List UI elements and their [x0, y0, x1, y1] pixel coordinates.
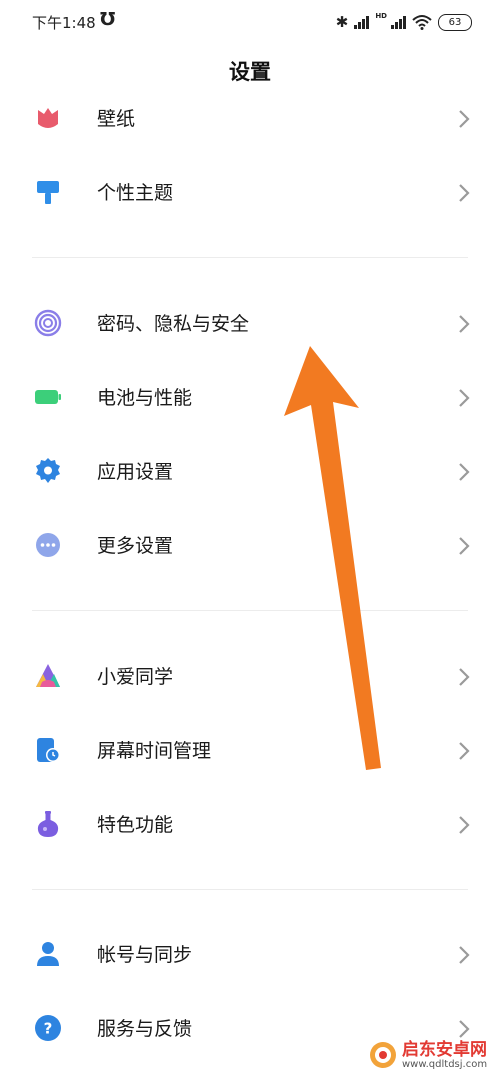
settings-item-wallpaper[interactable]: 壁纸: [0, 82, 500, 156]
section-divider: [32, 889, 468, 890]
status-icons: ✱ HD 63: [336, 12, 472, 32]
bluetooth-icon: ✱: [335, 13, 349, 31]
settings-item-label: 特色功能: [97, 814, 174, 836]
settings-item-label: 服务与反馈: [97, 1018, 193, 1040]
chevron-right-icon: [459, 110, 470, 128]
chevron-right-icon: [459, 1020, 470, 1038]
signal-icon: [354, 15, 370, 29]
watermark-text: 启东安卓网: [402, 1039, 487, 1060]
wallpaper-icon: [38, 108, 58, 128]
status-time: 下午1:48: [32, 14, 96, 32]
settings-item-security[interactable]: 密码、隐私与安全: [0, 287, 500, 361]
chevron-right-icon: [459, 389, 470, 407]
svg-text:?: ?: [44, 1020, 53, 1038]
chevron-right-icon: [459, 742, 470, 760]
settings-item-label: 帐号与同步: [97, 944, 193, 966]
help-icon: ?: [35, 1015, 61, 1041]
settings-item-more[interactable]: 更多设置: [0, 509, 500, 583]
settings-item-account[interactable]: 帐号与同步: [0, 918, 500, 992]
settings-item-apps[interactable]: 应用设置: [0, 435, 500, 509]
screen-time-icon: [37, 738, 60, 762]
watermark: 启东安卓网 www.qdltdsj.com: [368, 1040, 487, 1070]
chevron-right-icon: [459, 537, 470, 555]
settings-item-label: 电池与性能: [97, 387, 193, 409]
fingerprint-icon: [34, 309, 62, 337]
sync-icon: Ʊ: [100, 9, 116, 30]
watermark-logo-icon: [370, 1042, 396, 1068]
section-divider: [32, 610, 468, 611]
brush-icon: [37, 181, 59, 204]
flask-icon: [37, 811, 59, 837]
watermark-url: www.qdltdsj.com: [402, 1058, 488, 1070]
account-icon: [37, 942, 59, 966]
more-icon: [36, 533, 60, 557]
settings-item-label: 个性主题: [97, 182, 174, 204]
chevron-right-icon: [459, 315, 470, 333]
section-divider: [32, 257, 468, 258]
settings-item-label: 密码、隐私与安全: [97, 313, 250, 335]
chevron-right-icon: [459, 816, 470, 834]
settings-item-features[interactable]: 特色功能: [0, 788, 500, 862]
battery-indicator: 63: [438, 13, 472, 31]
settings-item-xiaoai[interactable]: 小爱同学: [0, 640, 500, 714]
xiaoai-icon: [36, 664, 60, 687]
chevron-right-icon: [459, 668, 470, 686]
settings-item-screen-time[interactable]: 屏幕时间管理: [0, 714, 500, 788]
settings-item-label: 壁纸: [97, 108, 136, 130]
chevron-right-icon: [459, 946, 470, 964]
settings-item-battery[interactable]: 电池与性能: [0, 361, 500, 435]
battery-icon: [35, 390, 61, 404]
gear-icon: [36, 458, 60, 483]
settings-item-label: 小爱同学: [97, 666, 174, 688]
settings-item-label: 屏幕时间管理: [97, 740, 212, 762]
status-bar: 下午1:48 Ʊ ✱ HD 63: [0, 0, 500, 44]
hd-badge: HD: [375, 12, 387, 20]
chevron-right-icon: [459, 463, 470, 481]
settings-item-theme[interactable]: 个性主题: [0, 156, 500, 230]
wifi-icon: [412, 15, 432, 30]
settings-item-label: 应用设置: [97, 461, 174, 483]
signal-icon-2: [391, 15, 406, 29]
settings-item-label: 更多设置: [97, 535, 174, 557]
chevron-right-icon: [459, 184, 470, 202]
